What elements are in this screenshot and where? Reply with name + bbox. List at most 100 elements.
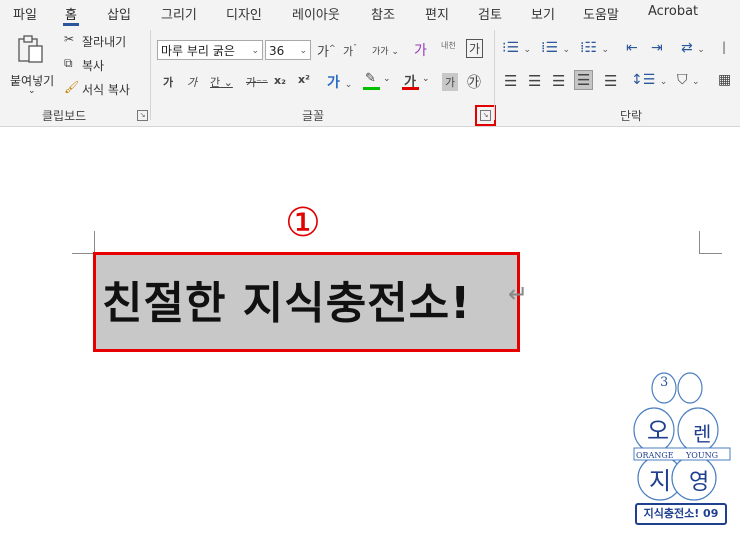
superscript-icon: x² xyxy=(298,73,310,86)
strikethrough-button[interactable]: 가⁻⁻ xyxy=(246,74,268,90)
underline-icon: 간 xyxy=(210,76,221,89)
text-effects-button[interactable]: 가 ⌄ xyxy=(327,72,352,92)
character-shading-button[interactable]: 가 xyxy=(442,73,459,91)
shading-button[interactable]: ⛉ ⌄ xyxy=(677,72,700,88)
enclose-characters-icon: ㉮ xyxy=(467,75,481,91)
bullet-list-icon: ⁝☰ xyxy=(502,40,520,56)
tab-acrobat[interactable]: Acrobat xyxy=(648,4,698,19)
shrink-font-button[interactable]: 가ˇ xyxy=(343,43,357,59)
logo-top-char: 3 xyxy=(660,375,669,390)
italic-icon: 가 xyxy=(187,76,198,89)
paragraph-group-label: 단락 xyxy=(620,109,643,123)
numbering-button[interactable]: ⁞☰ ⌄ xyxy=(541,40,570,56)
grow-font-icon: 가 xyxy=(317,45,329,60)
paint-bucket-icon: ⛉ xyxy=(677,72,688,88)
tab-home[interactable]: 홈 xyxy=(63,4,79,26)
align-center-button[interactable]: ☰ xyxy=(528,72,541,90)
phonetic-guide-icon: 내천 xyxy=(441,41,456,50)
tab-mailings[interactable]: 편지 xyxy=(425,4,449,23)
enclose-characters-button[interactable]: ㉮ xyxy=(467,72,481,92)
tab-view[interactable]: 보기 xyxy=(531,4,555,23)
clipboard-icon xyxy=(18,35,43,63)
clipboard-dialog-launcher-icon[interactable]: ↘ xyxy=(137,110,148,121)
align-left-button[interactable]: ☰ xyxy=(504,72,517,90)
decrease-indent-button[interactable]: ⇤ xyxy=(626,40,638,56)
increase-indent-button[interactable]: ⇥ xyxy=(651,40,663,56)
step-1-marker: ① xyxy=(285,200,321,246)
format-painter-button[interactable]: 🖌 서식 복사 xyxy=(62,80,144,98)
bold-button[interactable]: 가 xyxy=(163,74,173,90)
bold-icon: 가 xyxy=(163,76,174,89)
tab-layout[interactable]: 레이아웃 xyxy=(292,4,340,23)
logo-badge: 지식충전소! 09 xyxy=(635,503,727,525)
align-right-button[interactable]: ☰ xyxy=(552,72,565,90)
paragraph-mark: ↵ xyxy=(508,280,529,308)
tab-file[interactable]: 파일 xyxy=(13,4,37,23)
logo-syllable-1: 오 xyxy=(647,417,670,445)
distributed-icon: ☰ xyxy=(604,72,618,90)
cut-button[interactable]: ✂ 잘라내기 xyxy=(62,32,144,50)
logo-band-right: YOUNG xyxy=(686,451,718,460)
copy-icon: ⧉ xyxy=(64,56,73,70)
chevron-down-icon: ⌄ xyxy=(28,86,36,96)
strikethrough-icon: 가 xyxy=(246,76,257,89)
subscript-button[interactable]: x₂ xyxy=(274,74,286,87)
tab-insert[interactable]: 삽입 xyxy=(107,4,131,23)
character-border-icon: 가 xyxy=(469,42,481,56)
multilevel-list-button[interactable]: ⁞☷ ⌄ xyxy=(580,40,609,56)
paste-button[interactable]: 붙여넣기 ⌄ xyxy=(8,32,54,96)
superscript-button[interactable]: x² xyxy=(298,73,310,86)
bullets-button[interactable]: ⁝☰ ⌄ xyxy=(502,40,531,56)
text-direction-button[interactable]: ⇄ ⌄ xyxy=(681,40,705,56)
grow-font-button[interactable]: 가^ xyxy=(317,41,336,60)
character-shading-icon: 가 xyxy=(445,76,456,89)
tab-draw[interactable]: 그리기 xyxy=(161,4,197,23)
font-name-value: 마루 부리 굵은 xyxy=(161,44,235,58)
phonetic-guide-button[interactable]: 내천 xyxy=(441,40,456,51)
justify-icon: ☰ xyxy=(577,71,591,89)
selected-text[interactable]: 친절한 지식충전소! xyxy=(102,267,471,331)
font-color-button[interactable]: 가 ⌄ xyxy=(402,71,432,93)
justify-button[interactable]: ☰ xyxy=(574,70,594,90)
logo-syllable-2: 렌 xyxy=(693,422,712,446)
decrease-indent-icon: ⇤ xyxy=(626,40,638,56)
tab-references[interactable]: 참조 xyxy=(371,4,395,23)
underline-button[interactable]: 간 ⌄ xyxy=(210,74,233,90)
line-spacing-icon: ↕☰ xyxy=(631,72,656,88)
increase-indent-icon: ⇥ xyxy=(651,40,663,56)
clear-format-icon: 가 xyxy=(414,43,427,59)
logo-badge-text: 지식충전소! 09 xyxy=(643,507,719,520)
distributed-button[interactable]: ☰ xyxy=(604,72,617,90)
chevron-down-icon: ⌄ xyxy=(422,74,430,84)
brush-icon: 🖌 xyxy=(64,80,80,94)
asian-layout-button[interactable]: | xyxy=(722,40,726,54)
change-case-icon: 가가 xyxy=(372,47,389,57)
tab-help[interactable]: 도움말 xyxy=(583,4,619,23)
asian-layout-icon: | xyxy=(722,40,727,54)
change-case-button[interactable]: 가가 ⌄ xyxy=(372,44,399,57)
group-divider xyxy=(494,30,495,120)
line-spacing-button[interactable]: ↕☰ ⌄ xyxy=(631,72,667,88)
highlight-color-button[interactable]: ✎ ⌄ xyxy=(363,71,393,93)
copy-button[interactable]: ⧉ 복사 xyxy=(62,56,144,74)
font-name-combo[interactable]: 마루 부리 굵은 ⌄ xyxy=(157,40,263,60)
font-group-label: 글꼴 xyxy=(302,109,325,123)
copy-label: 복사 xyxy=(82,59,105,73)
subscript-icon: x₂ xyxy=(274,74,286,87)
clipboard-group-label: 클립보드 xyxy=(42,109,87,123)
borders-button[interactable]: ▦ xyxy=(718,72,731,88)
selected-text-box[interactable]: 친절한 지식충전소! xyxy=(93,252,520,352)
clear-format-button[interactable]: 가 xyxy=(414,40,427,60)
ribbon-home: 붙여넣기 ⌄ ✂ 잘라내기 ⧉ 복사 🖌 서식 복사 클립보드 ↘ 마루 부리 … xyxy=(0,26,740,127)
text-direction-icon: ⇄ xyxy=(681,40,693,56)
multilevel-list-icon: ⁞☷ xyxy=(580,40,598,56)
tab-review[interactable]: 검토 xyxy=(478,4,502,23)
highlight-color-swatch xyxy=(363,87,380,90)
tab-design[interactable]: 디자인 xyxy=(226,4,262,23)
character-border-button[interactable]: 가 xyxy=(466,39,484,58)
borders-icon: ▦ xyxy=(718,72,732,88)
cut-label: 잘라내기 xyxy=(82,35,127,49)
font-size-combo[interactable]: 36 ⌄ xyxy=(265,40,311,60)
align-left-icon: ☰ xyxy=(504,72,518,90)
italic-button[interactable]: 가 xyxy=(187,74,197,90)
